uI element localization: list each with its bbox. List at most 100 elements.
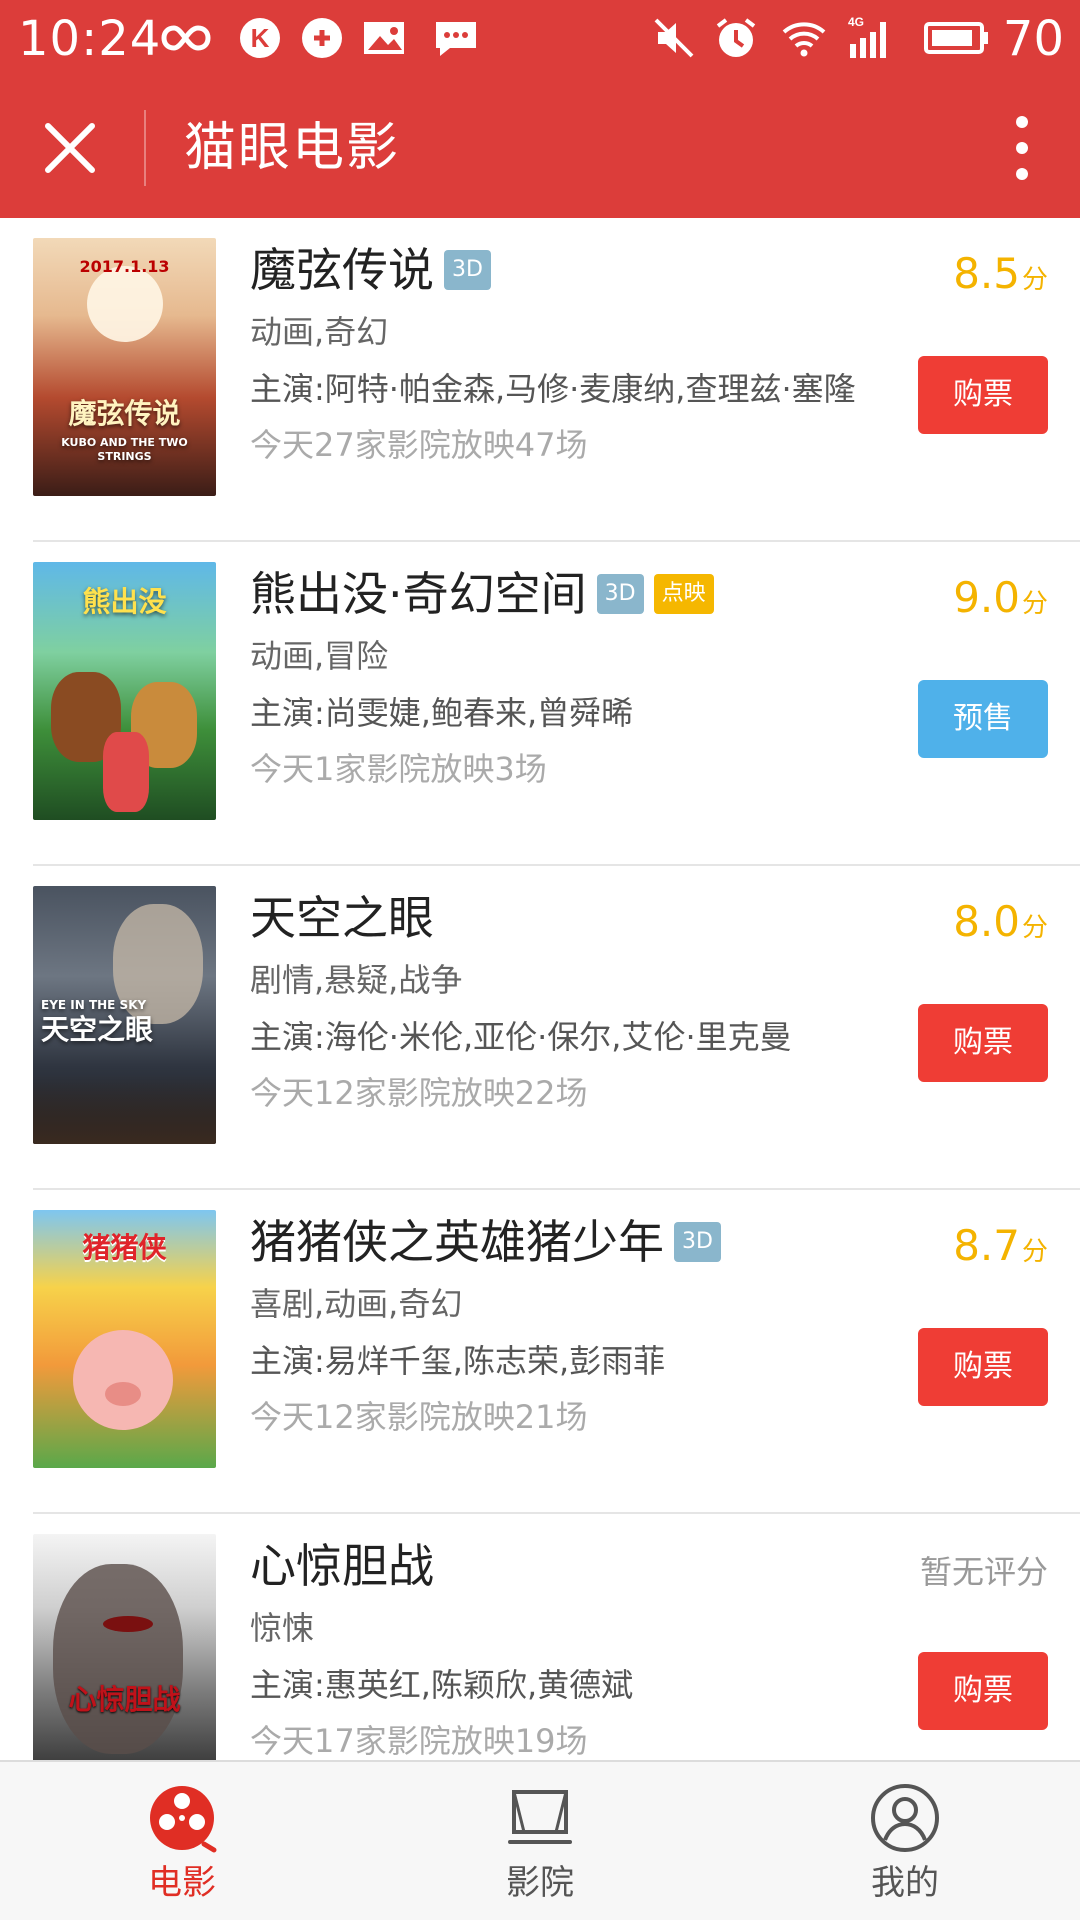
tab-label: 影院	[506, 1863, 574, 1903]
close-icon	[45, 123, 95, 173]
movie-title-row: 魔弦传说 3D	[250, 240, 491, 300]
movie-showtimes: 今天1家影院放映3场	[250, 750, 547, 788]
more-menu-button[interactable]	[1004, 108, 1040, 188]
poster-english-title: EYE IN THE SKY	[41, 998, 147, 1012]
status-bar: 10:24 K 4G 70	[0, 0, 1080, 78]
score-value: 8.5	[953, 249, 1020, 298]
k-app-icon: K	[236, 14, 284, 62]
close-button[interactable]	[40, 118, 100, 178]
gallery-icon	[360, 14, 408, 62]
sync-app-icon	[298, 14, 346, 62]
movie-actors: 主演:海伦·米伦,亚伦·保尔,艾伦·里克曼	[250, 1018, 792, 1056]
score-unit: 分	[1021, 265, 1048, 295]
poster-eye	[103, 1616, 153, 1632]
infinity-icon	[160, 14, 220, 62]
poster-character	[103, 732, 149, 812]
battery-icon	[922, 14, 992, 62]
movie-genre: 动画,冒险	[250, 637, 389, 675]
alarm-icon	[712, 14, 760, 62]
movie-genre: 动画,奇幻	[250, 313, 389, 351]
movie-poster[interactable]: EYE IN THE SKY 天空之眼	[33, 886, 216, 1144]
movie-score: 8.5分	[953, 248, 1048, 306]
movie-actors: 主演:阿特·帕金森,马修·麦康纳,查理兹·塞隆	[250, 370, 856, 408]
poster-face	[53, 1564, 183, 1754]
cellular-signal-icon: 4G	[846, 14, 894, 62]
movie-poster[interactable]: 2017.1.13 魔弦传说 KUBO AND THE TWO STRINGS	[33, 238, 216, 496]
buy-ticket-button[interactable]: 购票	[918, 356, 1048, 434]
tab-movies[interactable]: 电影	[72, 1762, 292, 1920]
header-bar: 猫眼电影	[0, 78, 1080, 218]
tag-preview: 点映	[653, 574, 714, 614]
movie-genre: 剧情,悬疑,战争	[250, 961, 463, 999]
poster-date: 2017.1.13	[79, 257, 170, 276]
tab-profile[interactable]: 我的	[795, 1762, 1015, 1920]
score-value: 8.0	[953, 897, 1020, 946]
page-title: 猫眼电影	[184, 118, 401, 178]
wifi-icon	[780, 14, 828, 62]
network-type-label: 4G	[848, 15, 864, 29]
movie-actors: 主演:易烊千玺,陈志荣,彭雨菲	[250, 1342, 666, 1380]
movie-poster[interactable]: 熊出没	[33, 562, 216, 820]
poster-title: 天空之眼	[41, 1013, 154, 1046]
buy-ticket-button[interactable]: 购票	[918, 1004, 1048, 1082]
score-unit: 分	[1021, 589, 1048, 619]
movie-title-row: 熊出没·奇幻空间 3D 点映	[250, 564, 714, 624]
tag-3d: 3D	[596, 574, 644, 614]
movie-item[interactable]: EYE IN THE SKY 天空之眼 天空之眼 剧情,悬疑,战争 主演:海伦·…	[0, 866, 1080, 1190]
movie-item[interactable]: 2017.1.13 魔弦传说 KUBO AND THE TWO STRINGS …	[0, 218, 1080, 542]
tab-cinemas[interactable]: 影院	[430, 1762, 650, 1920]
movie-score: 9.0分	[953, 572, 1048, 630]
movie-list[interactable]: 2017.1.13 魔弦传说 KUBO AND THE TWO STRINGS …	[0, 218, 1080, 1760]
poster-title: 心惊胆战	[68, 1683, 181, 1716]
poster-title: 熊出没	[82, 585, 167, 618]
movie-item[interactable]: 猪猪侠 猪猪侠之英雄猪少年 3D 喜剧,动画,奇幻 主演:易烊千玺,陈志荣,彭雨…	[0, 1190, 1080, 1514]
poster-pig-face	[73, 1330, 173, 1430]
score-value: 8.7	[953, 1221, 1020, 1270]
movie-title-row: 心惊胆战	[250, 1536, 434, 1596]
buy-ticket-button[interactable]: 购票	[918, 1328, 1048, 1406]
movie-score: 8.0分	[953, 896, 1048, 954]
movie-showtimes: 今天12家影院放映21场	[250, 1398, 588, 1436]
poster-subtitle: KUBO AND THE TWO STRINGS	[61, 436, 188, 463]
movie-score: 8.7分	[953, 1220, 1048, 1278]
score-unit: 分	[1021, 1237, 1048, 1267]
movie-genre: 喜剧,动画,奇幻	[250, 1285, 463, 1323]
movie-title: 天空之眼	[250, 891, 434, 945]
movie-title-row: 猪猪侠之英雄猪少年 3D	[250, 1212, 721, 1272]
no-rating-label: 暂无评分	[919, 1553, 1048, 1591]
buy-ticket-button[interactable]: 购票	[918, 1652, 1048, 1730]
movie-actors: 主演:惠英红,陈颖欣,黄德斌	[250, 1666, 634, 1704]
tab-label: 我的	[871, 1863, 939, 1903]
presale-button[interactable]: 预售	[918, 680, 1048, 758]
poster-title: 猪猪侠	[82, 1231, 167, 1264]
film-reel-icon	[150, 1786, 217, 1853]
bottom-tab-bar: 电影 影院 我的	[0, 1760, 1080, 1920]
score-unit: 分	[1021, 913, 1048, 943]
movie-title: 猪猪侠之英雄猪少年	[250, 1215, 664, 1269]
message-icon	[432, 14, 480, 62]
movie-item[interactable]: 熊出没 熊出没·奇幻空间 3D 点映 动画,冒险 主演:尚雯婕,鲍春来,曾舜晞 …	[0, 542, 1080, 866]
tag-3d: 3D	[444, 250, 491, 290]
movie-item[interactable]: 心惊胆战 心惊胆战 惊悚 主演:惠英红,陈颖欣,黄德斌 今天17家影院放映19场…	[0, 1514, 1080, 1760]
header-divider	[144, 110, 146, 186]
movie-poster[interactable]: 猪猪侠	[33, 1210, 216, 1468]
movie-title-row: 天空之眼	[250, 888, 434, 948]
mute-icon	[650, 14, 698, 62]
more-vertical-icon	[1016, 116, 1028, 180]
movie-genre: 惊悚	[250, 1609, 315, 1647]
score-value: 9.0	[953, 573, 1020, 622]
movie-title: 心惊胆战	[250, 1539, 434, 1593]
poster-title: 魔弦传说	[68, 397, 181, 430]
poster-smoke	[33, 1074, 216, 1144]
movie-showtimes: 今天12家影院放映22场	[250, 1074, 588, 1112]
clock: 10:24	[18, 11, 162, 67]
movie-showtimes: 今天17家影院放映19场	[250, 1722, 588, 1760]
svg-text:K: K	[251, 23, 270, 53]
poster-pig-snout	[105, 1382, 141, 1406]
movie-title: 魔弦传说	[250, 243, 434, 297]
tab-label: 电影	[148, 1863, 216, 1903]
tag-3d: 3D	[674, 1222, 721, 1262]
movie-title: 熊出没·奇幻空间	[250, 567, 587, 621]
movie-poster[interactable]: 心惊胆战	[33, 1534, 216, 1760]
battery-percent: 70	[1002, 11, 1064, 67]
